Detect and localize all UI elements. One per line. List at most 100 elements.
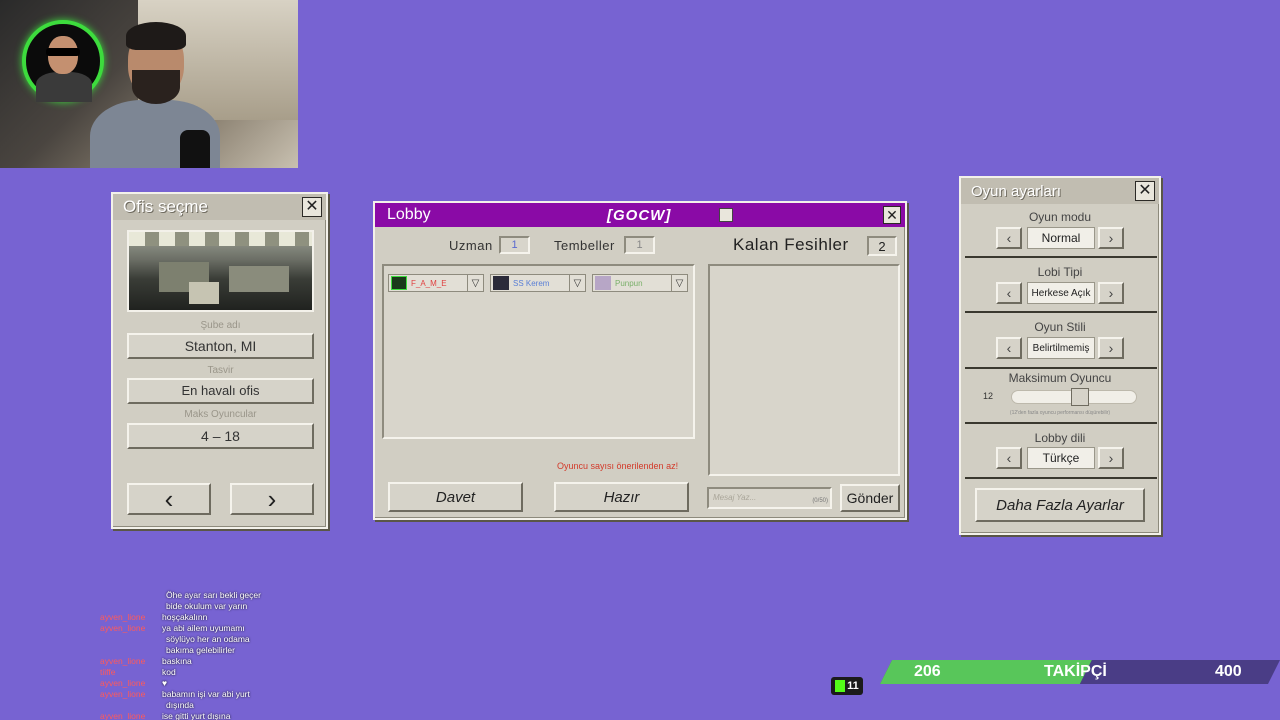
chat-text: ♥ xyxy=(162,678,168,688)
chat-message: Öhe ayar sarı bekli geçer xyxy=(100,590,400,601)
settings-title: Oyun ayarları xyxy=(971,182,1062,200)
lobby-language-label: Lobby dili xyxy=(1034,431,1086,445)
close-icon[interactable]: ✕ xyxy=(1135,181,1155,201)
divider xyxy=(965,256,1157,258)
office-select-window: Ofis seçme ✕ Şube adı Stanton, MI Tasvir… xyxy=(111,192,328,529)
chevron-down-icon[interactable]: ▽ xyxy=(569,275,585,291)
lobby-type-next-button[interactable]: › xyxy=(1098,282,1124,304)
game-settings-window: Oyun ayarları ✕ Oyun modu ‹ Normal › Lob… xyxy=(959,176,1161,535)
chat-text: ise gitti yurt dışına xyxy=(162,711,231,720)
warning-text: Oyuncu sayısı önerilenden az! xyxy=(557,461,679,471)
chat-message: dışında xyxy=(100,700,400,711)
expert-count: 1 xyxy=(499,236,530,254)
lang-value: Türkçe xyxy=(1027,447,1095,469)
chat-text: baskına xyxy=(162,656,192,666)
chat-text: kod xyxy=(162,667,176,677)
follower-label: TAKİPÇİ xyxy=(1044,663,1107,680)
desc-field: En havalı ofis xyxy=(127,378,314,404)
branch-field: Stanton, MI xyxy=(127,333,314,359)
chevron-down-icon[interactable]: ▽ xyxy=(467,275,483,291)
office-title: Ofis seçme xyxy=(123,197,209,216)
branch-label: Şube adı xyxy=(200,320,241,331)
send-button[interactable]: Gönder xyxy=(840,484,900,512)
next-office-button[interactable]: › xyxy=(230,483,314,515)
badge-count: 11 xyxy=(847,680,859,692)
lang-next-button[interactable]: › xyxy=(1098,447,1124,469)
close-icon[interactable]: ✕ xyxy=(883,206,901,224)
more-settings-label: Daha Fazla Ayarlar xyxy=(996,496,1124,514)
player-name: F_A_M_E xyxy=(411,278,447,288)
chat-text: bide okulum var yarın xyxy=(166,601,248,611)
player-avatar xyxy=(391,276,407,290)
chat-username[interactable]: ayven_lione xyxy=(100,689,158,700)
chevron-right-icon: › xyxy=(1108,285,1114,301)
slider-thumb[interactable] xyxy=(1071,388,1090,406)
close-icon[interactable]: ✕ xyxy=(302,197,322,217)
game-mode-label: Oyun modu xyxy=(1028,210,1092,224)
message-input[interactable]: Mesaj Yaz... (0/50) xyxy=(707,487,832,509)
lobby-title: Lobby xyxy=(387,206,431,223)
mode-value: Normal xyxy=(1027,227,1095,249)
chat-message: tiiffe kod xyxy=(100,667,400,678)
player-slot[interactable]: SS Kerem ▽ xyxy=(490,274,586,292)
remaining-count: 2 xyxy=(867,236,897,256)
player-name: Punpun xyxy=(615,278,643,288)
lobby-titlebar: Lobby [GOCW] ✕ xyxy=(375,203,905,227)
chat-username[interactable]: ayven_lione xyxy=(100,612,158,623)
style-next-button[interactable]: › xyxy=(1098,337,1124,359)
max-players-value: 12 xyxy=(983,391,994,401)
players-panel: F_A_M_E ▽ SS Kerem ▽ Punpun ▽ xyxy=(382,264,695,439)
lobby-type-prev-button[interactable]: ‹ xyxy=(996,282,1022,304)
divider xyxy=(965,422,1157,424)
office-preview-image xyxy=(127,230,314,312)
mode-next-button[interactable]: › xyxy=(1098,227,1124,249)
style-prev-button[interactable]: ‹ xyxy=(996,337,1022,359)
chevron-right-icon: › xyxy=(1108,230,1114,246)
max-players-note: (12'den fazla oyuncu performansı düşüreb… xyxy=(1009,410,1111,416)
player-slot[interactable]: Punpun ▽ xyxy=(592,274,688,292)
lobby-window: Lobby [GOCW] ✕ Uzman 1 Tembeller 1 Kalan… xyxy=(373,201,907,520)
chat-username[interactable]: ayven_lione xyxy=(100,678,158,689)
microphone xyxy=(180,130,210,168)
chat-text: dışında xyxy=(166,700,194,710)
chat-text: söylüyo her an odama xyxy=(166,634,250,644)
lang-prev-button[interactable]: ‹ xyxy=(996,447,1022,469)
chevron-down-icon[interactable]: ▽ xyxy=(671,275,687,291)
chat-text: ya abi ailem uyumamı xyxy=(162,623,245,633)
chat-username[interactable]: ayven_lione xyxy=(100,656,158,667)
follower-current: 206 xyxy=(914,663,941,680)
ready-label: Hazır xyxy=(603,488,640,506)
chat-username[interactable]: ayven_lione xyxy=(100,711,158,720)
expert-label: Uzman xyxy=(449,238,493,253)
max-players-field: 4 – 18 xyxy=(127,423,314,449)
mode-prev-button[interactable]: ‹ xyxy=(996,227,1022,249)
streamer-avatar xyxy=(22,20,104,102)
lobby-chat-panel xyxy=(708,264,900,476)
game-style-label: Oyun Stili xyxy=(1034,320,1086,334)
max-players-slider[interactable] xyxy=(1011,388,1137,406)
divider xyxy=(965,477,1157,479)
follower-badge: 11 xyxy=(831,677,863,695)
invite-button[interactable]: Davet xyxy=(388,482,523,512)
lazy-label: Tembeller xyxy=(554,238,615,253)
kick-icon xyxy=(835,680,846,692)
send-label: Gönder xyxy=(846,490,894,506)
chat-text: babamın işi var abi yurt xyxy=(162,689,250,699)
prev-office-button[interactable]: ‹ xyxy=(127,483,211,515)
chat-message: ayven_lione baskına xyxy=(100,656,400,667)
desc-label: Tasvir xyxy=(207,365,234,376)
ready-button[interactable]: Hazır xyxy=(554,482,689,512)
chevron-right-icon: › xyxy=(1108,450,1114,466)
copy-icon[interactable] xyxy=(719,208,733,222)
lobby-code: [GOCW] xyxy=(607,206,672,224)
lobby-type-value: Herkese Açık xyxy=(1027,282,1095,304)
chat-message: söylüyo her an odama xyxy=(100,634,400,645)
chat-message: ayven_lione babamın işi var abi yurt xyxy=(100,689,400,700)
more-settings-button[interactable]: Daha Fazla Ayarlar xyxy=(975,488,1145,522)
chat-message: bide okulum var yarın xyxy=(100,601,400,612)
message-placeholder: Mesaj Yaz... xyxy=(713,493,757,502)
player-slot[interactable]: F_A_M_E ▽ xyxy=(388,274,484,292)
chat-message: ayven_lione ise gitti yurt dışına xyxy=(100,711,400,720)
chat-username[interactable]: ayven_lione xyxy=(100,623,158,634)
chat-username[interactable]: tiiffe xyxy=(100,667,158,678)
